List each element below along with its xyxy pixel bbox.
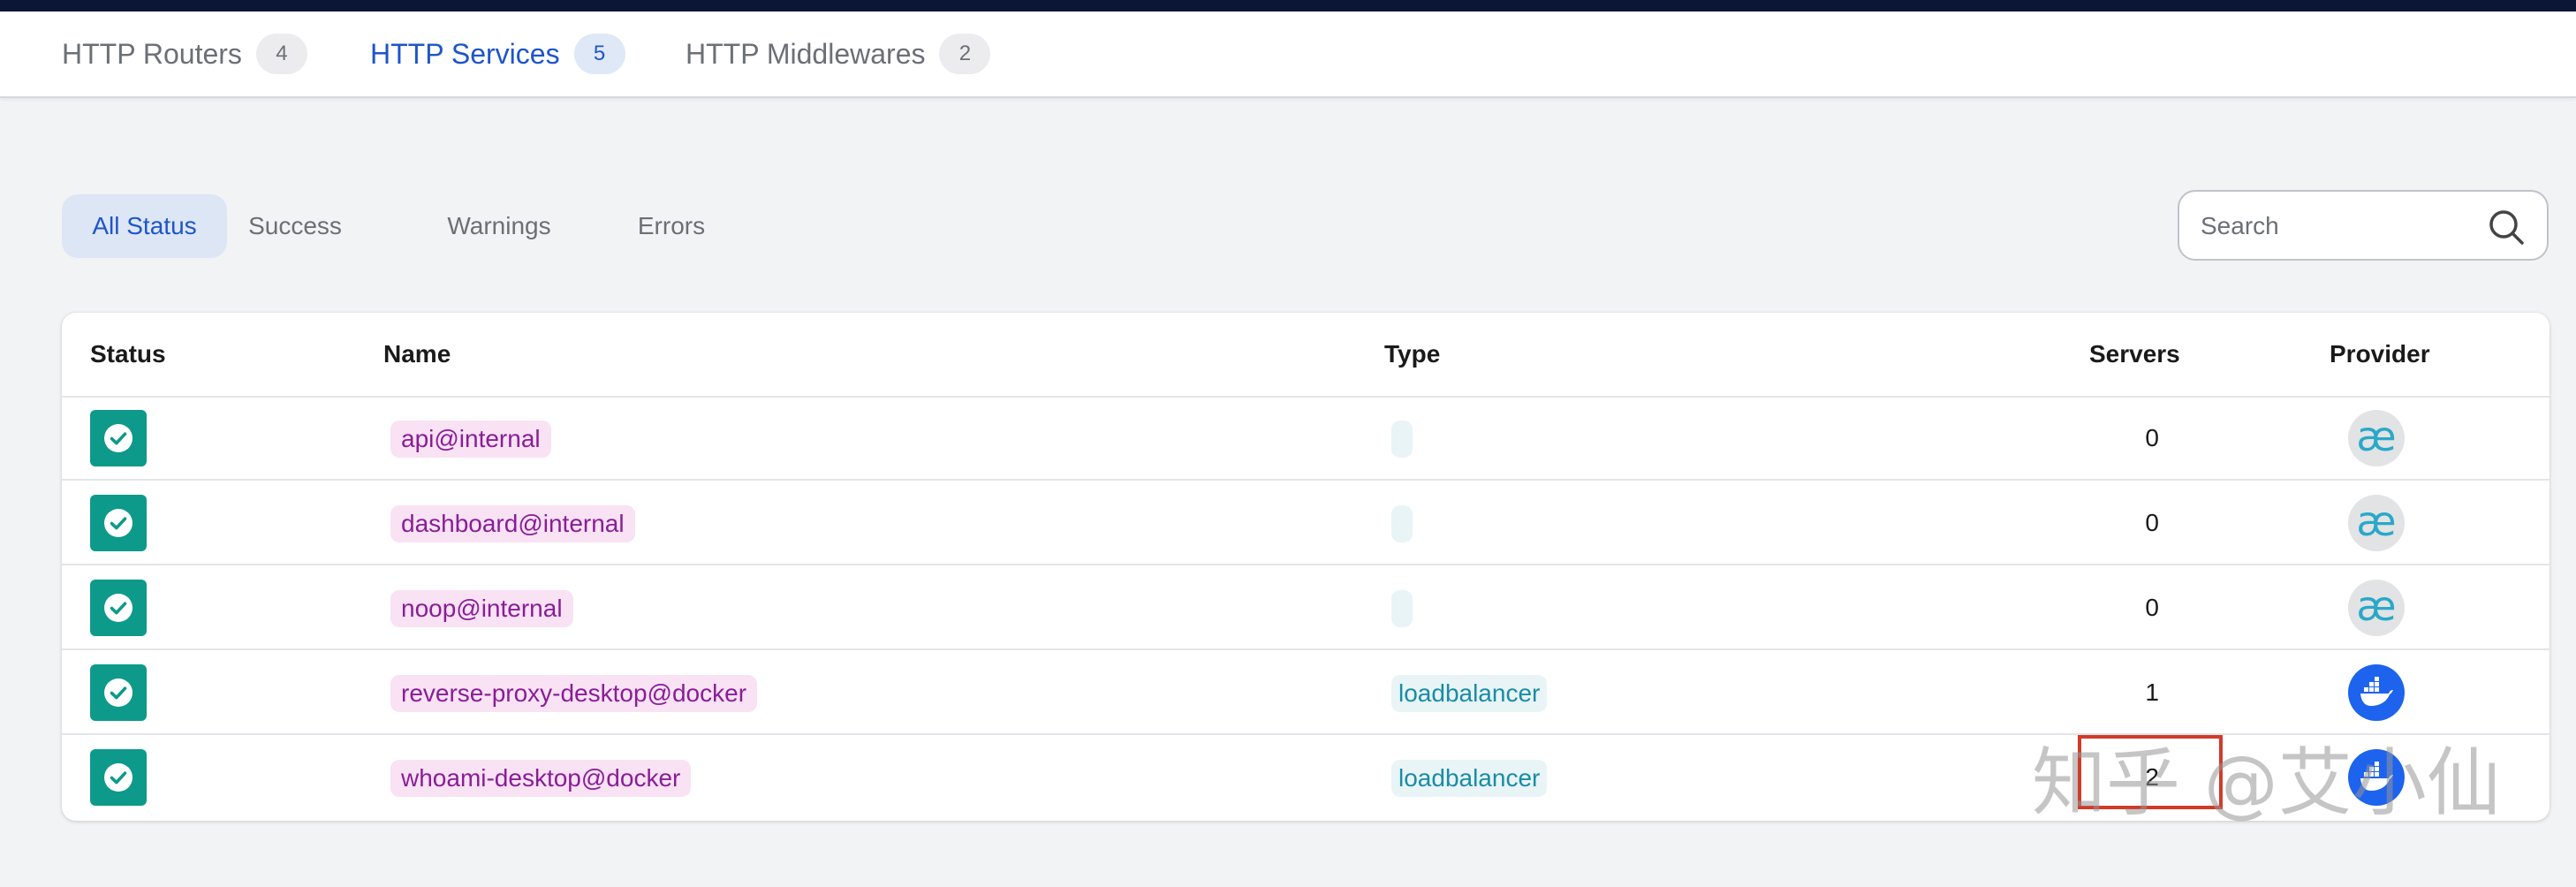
success-check-icon	[90, 410, 147, 466]
search-box	[2178, 190, 2549, 261]
servers-count: 0	[2145, 509, 2159, 536]
tab-http-routers[interactable]: HTTP Routers 4	[62, 33, 307, 75]
search-input[interactable]	[2199, 204, 2485, 248]
servers-count: 0	[2145, 594, 2159, 621]
highlight-box	[2078, 735, 2223, 809]
tab-count-badge: 4	[255, 34, 307, 74]
service-name-chip: reverse-proxy-desktop@docker	[390, 675, 758, 712]
header-name[interactable]: Name	[383, 339, 451, 369]
success-check-icon	[90, 749, 147, 806]
service-name-chip: noop@internal	[390, 590, 573, 627]
service-type-chip: loadbalancer	[1391, 760, 1548, 797]
internal-provider-icon: æ	[2348, 410, 2405, 466]
table-row[interactable]: noop@internal 0 æ	[62, 565, 2549, 650]
tab-label: HTTP Services	[370, 37, 560, 70]
table-row[interactable]: api@internal 0 æ	[62, 396, 2549, 481]
top-strip	[0, 0, 2576, 11]
table-row[interactable]: dashboard@internal 0 æ	[62, 481, 2549, 565]
tab-label: HTTP Routers	[62, 37, 242, 70]
success-check-icon	[90, 495, 147, 551]
service-type-chip	[1391, 505, 1413, 542]
filter-errors[interactable]: Errors	[618, 194, 724, 258]
service-name-chip: whoami-desktop@docker	[390, 760, 692, 797]
servers-count: 0	[2145, 424, 2159, 451]
filter-success[interactable]: Success	[239, 194, 352, 258]
servers-count: 1	[2145, 679, 2159, 706]
tab-http-middlewares[interactable]: HTTP Middlewares 2	[686, 33, 991, 75]
service-type-chip	[1391, 590, 1413, 627]
header-provider[interactable]: Provider	[2330, 339, 2430, 369]
header-type[interactable]: Type	[1384, 339, 1440, 369]
tab-label: HTTP Middlewares	[686, 37, 926, 70]
success-check-icon	[90, 664, 147, 721]
tabs-bar: HTTP Routers 4 HTTP Services 5 HTTP Midd…	[0, 11, 2576, 98]
filter-warnings[interactable]: Warnings	[433, 194, 565, 258]
docker-provider-icon	[2348, 749, 2405, 806]
table-row[interactable]: reverse-proxy-desktop@docker loadbalance…	[62, 650, 2549, 735]
internal-provider-icon: æ	[2348, 495, 2405, 551]
tab-count-badge: 2	[939, 34, 991, 74]
filter-all-status[interactable]: All Status	[62, 194, 227, 258]
search-icon[interactable]	[2487, 208, 2526, 246]
table-header: Status Name Type Servers Provider	[62, 313, 2549, 398]
service-type-chip	[1391, 421, 1413, 458]
internal-provider-icon: æ	[2348, 580, 2405, 636]
service-type-chip: loadbalancer	[1391, 675, 1548, 712]
tab-count-badge: 5	[573, 34, 625, 74]
docker-provider-icon	[2348, 664, 2405, 721]
header-status[interactable]: Status	[90, 339, 166, 369]
success-check-icon	[90, 580, 147, 636]
service-name-chip: api@internal	[390, 421, 551, 458]
service-name-chip: dashboard@internal	[390, 505, 635, 542]
tab-http-services[interactable]: HTTP Services 5	[370, 33, 625, 75]
header-servers[interactable]: Servers	[2089, 339, 2180, 369]
